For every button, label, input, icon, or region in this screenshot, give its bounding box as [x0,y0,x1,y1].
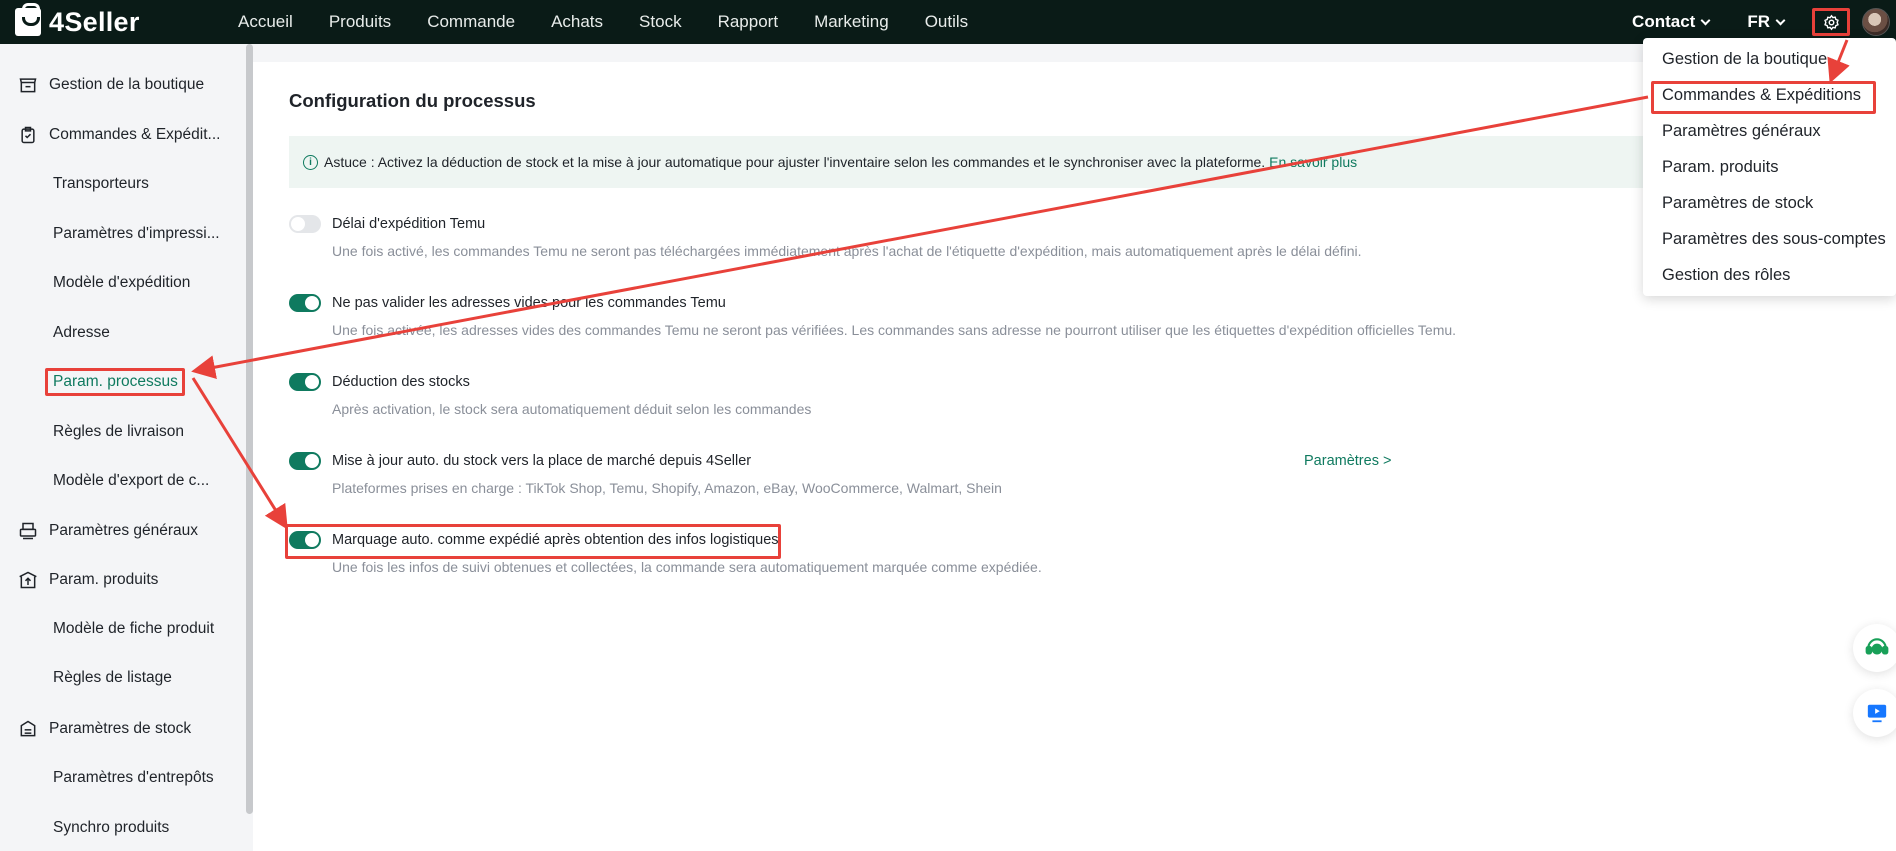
dropdown-item-generaux[interactable]: Paramètres généraux [1662,122,1821,141]
nav-item-marketing[interactable]: Marketing [814,12,889,32]
info-icon: i [303,154,318,170]
setting-maj-auto-stock: Mise à jour auto. du stock vers la place… [289,450,1391,496]
setting-description: Une fois activé, les commandes Temu ne s… [332,243,1362,259]
clipboard-icon [21,126,35,144]
nav-item-stock[interactable]: Stock [639,12,682,32]
setting-description: Plateformes prises en charge : TikTok Sh… [332,480,1002,496]
setting-label: Délai d'expédition Temu [332,216,486,232]
sidebar-group-label: Param. produits [49,571,159,588]
sidebar-item-regles-livraison[interactable]: Règles de livraison [53,423,184,441]
setting-deduction-stocks: Déduction des stocks Après activation, l… [289,371,811,417]
user-avatar[interactable] [1862,8,1890,36]
setting-label: Ne pas valider les adresses vides pour l… [332,295,726,311]
chat-support-icon [1865,638,1889,655]
sidebar-item-transporteurs[interactable]: Transporteurs [53,175,149,193]
setting-label: Mise à jour auto. du stock vers la place… [332,453,752,469]
dropdown-item-sous-comptes[interactable]: Paramètres des sous-comptes [1662,230,1886,249]
parametres-link[interactable]: Paramètres > [1304,450,1391,472]
annotation-highlight-box [1651,81,1876,114]
toggle-switch[interactable] [289,294,321,312]
printer-icon [19,522,37,540]
toggle-switch[interactable] [289,215,321,233]
sidebar-item-impression[interactable]: Paramètres d'impressi... [53,225,220,243]
dropdown-item-roles[interactable]: Gestion des rôles [1662,266,1790,285]
nav-item-achats[interactable]: Achats [551,12,603,32]
setting-description: Une fois les infos de suivi obtenues et … [332,559,1042,575]
brand-name: 4Seller [49,6,140,37]
settings-dropdown-menu: Gestion de la boutique Commandes & Expéd… [1643,38,1896,296]
setting-delai-expedition: Délai d'expédition Temu Une fois activé,… [289,213,1362,259]
main-nav: Accueil Produits Commande Achats Stock R… [238,12,1004,32]
sidebar-item-fiche-produit[interactable]: Modèle de fiche produit [53,620,214,638]
setting-description: Après activation, le stock sera automati… [332,401,812,417]
sidebar-group-label: Paramètres généraux [49,522,199,539]
nav-item-rapport[interactable]: Rapport [718,12,778,32]
tip-text: Astuce : Activez la déduction de stock e… [324,154,1266,170]
store-icon [19,78,37,93]
sidebar-group-commandes[interactable]: Commandes & Expédit... [18,125,220,145]
gear-icon [1823,14,1839,30]
sidebar-group-generaux[interactable]: Paramètres généraux [18,521,198,541]
top-navbar: 4Seller Accueil Produits Commande Achats… [0,0,1896,44]
annotation-highlight-box [285,524,781,559]
sidebar-group-label: Gestion de la boutique [49,76,205,93]
annotation-highlight-box [45,368,185,396]
shopping-bag-icon [15,3,41,36]
nav-item-produits[interactable]: Produits [329,12,391,32]
sidebar-group-label: Paramètres de stock [49,720,192,737]
live-chat-button[interactable] [1853,624,1896,672]
settings-button[interactable] [1812,8,1850,36]
video-tutorial-button[interactable] [1853,689,1896,737]
sidebar-item-modele-export[interactable]: Modèle d'export de c... [53,472,209,490]
setting-description: Une fois activée, les adresses vides des… [332,322,1457,338]
chevron-down-icon [1700,15,1711,25]
sidebar-scrollbar[interactable] [246,44,253,814]
upload-box-icon [19,571,37,589]
setting-label: Déduction des stocks [332,374,470,390]
chevron-down-icon [1775,15,1786,25]
contact-menu[interactable]: Contact [1632,12,1711,32]
toggle-switch[interactable] [289,373,321,391]
setting-adresses-vides: Ne pas valider les adresses vides pour l… [289,292,1456,338]
dropdown-item-stock[interactable]: Paramètres de stock [1662,194,1813,213]
dropdown-item-boutique[interactable]: Gestion de la boutique [1662,50,1827,69]
dropdown-item-produits[interactable]: Param. produits [1662,158,1778,177]
stock-icon [20,720,36,737]
toggle-switch[interactable] [289,452,321,470]
sidebar-group-label: Commandes & Expédit... [49,126,221,143]
sidebar-group-produits[interactable]: Param. produits [18,570,158,590]
sidebar-item-synchro-produits[interactable]: Synchro produits [53,819,169,837]
nav-item-accueil[interactable]: Accueil [238,12,293,32]
sidebar-group-boutique[interactable]: Gestion de la boutique [18,75,204,95]
sidebar-item-modele-expedition[interactable]: Modèle d'expédition [53,274,190,292]
language-label: FR [1747,12,1770,31]
nav-item-commande[interactable]: Commande [427,12,515,32]
contact-label: Contact [1632,12,1696,31]
learn-more-link[interactable]: En savoir plus [1269,154,1357,170]
brand-logo[interactable]: 4Seller [15,3,215,38]
page-title: Configuration du processus [289,90,536,111]
language-selector[interactable]: FR [1747,12,1786,32]
video-play-icon [1867,704,1887,723]
sidebar-item-regles-listage[interactable]: Règles de listage [53,669,172,687]
sidebar-item-entrepots[interactable]: Paramètres d'entrepôts [53,769,214,787]
sidebar-item-adresse[interactable]: Adresse [53,324,110,342]
nav-item-outils[interactable]: Outils [925,12,968,32]
sidebar-group-stock[interactable]: Paramètres de stock [18,719,191,739]
